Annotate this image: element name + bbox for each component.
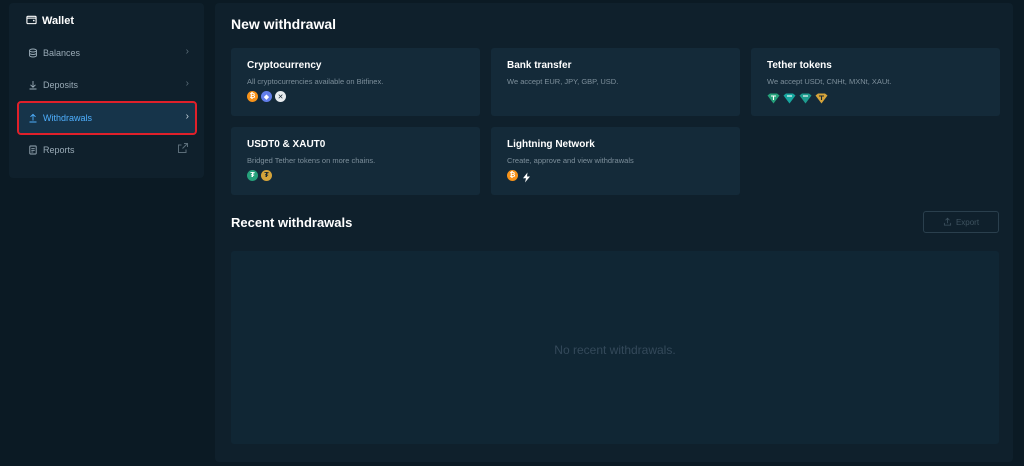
card-description: All cryptocurrencies available on Bitfin… [247,77,384,86]
card-description: We accept EUR, JPY, GBP, USD. [507,77,619,86]
xrp-icon: ✕ [275,91,286,102]
sidebar-item-label: Deposits [43,80,79,90]
external-link-icon [177,142,189,157]
card-bank-transfer[interactable]: Bank transfer We accept EUR, JPY, GBP, U… [491,48,740,116]
chevron-right-icon: › [185,78,189,89]
empty-state-text: No recent withdrawals. [554,343,676,357]
wallet-icon [26,14,37,28]
main-panel: New withdrawal Cryptocurrency All crypto… [215,3,1013,462]
usdt-icon [767,91,780,109]
ethereum-icon: ◆ [261,91,272,102]
chevron-right-icon: › [185,111,189,122]
card-title: USDT0 & XAUT0 [247,139,326,150]
card-lightning-network[interactable]: Lightning Network Create, approve and vi… [491,127,740,195]
export-button[interactable]: Export [923,211,999,233]
upload-icon [27,112,39,124]
card-title: Bank transfer [507,60,572,71]
sidebar-title-text: Wallet [42,15,74,27]
page-title: New withdrawal [231,16,337,32]
sidebar-item-label: Balances [43,48,81,58]
card-description: Bridged Tether tokens on more chains. [247,156,376,165]
sidebar-item-withdrawals[interactable]: Withdrawals › [17,101,197,135]
sidebar-item-balances[interactable]: Balances › [19,38,195,68]
sidebar-item-deposits[interactable]: Deposits › [19,70,195,100]
card-title: Tether tokens [767,60,832,71]
recent-withdrawals-panel: No recent withdrawals. [231,251,999,444]
chevron-right-icon: › [185,46,189,57]
mxnt-icon [799,91,812,109]
usdt0-icon: ₮ [247,170,258,181]
cnht-icon [783,91,796,109]
card-usdt0-xaut0[interactable]: USDT0 & XAUT0 Bridged Tether tokens on m… [231,127,480,195]
xaut-icon [815,91,828,109]
sidebar-item-label: Withdrawals [43,113,93,123]
download-icon [27,79,39,91]
recent-withdrawals-heading: Recent withdrawals [231,215,353,230]
sidebar: Wallet Balances › Deposits › Withdrawals… [9,3,204,178]
stack-icon [27,47,39,59]
sidebar-item-reports[interactable]: Reports [19,135,195,165]
lightning-icon [521,170,532,188]
card-cryptocurrency[interactable]: Cryptocurrency All cryptocurrencies avai… [231,48,480,116]
sidebar-title: Wallet [26,13,74,29]
card-description: We accept USDt, CNHt, MXNt, XAUt. [767,77,892,86]
bitcoin-icon: ₿ [247,91,258,102]
card-title: Lightning Network [507,139,595,150]
card-tether-tokens[interactable]: Tether tokens We accept USDt, CNHt, MXNt… [751,48,1000,116]
card-title: Cryptocurrency [247,60,322,71]
card-description: Create, approve and view withdrawals [507,156,634,165]
export-label: Export [955,217,980,227]
sidebar-item-label: Reports [43,145,75,155]
export-icon [943,217,952,228]
bitcoin-icon: ₿ [507,170,518,181]
report-icon [27,144,39,156]
xaut0-icon: ₮ [261,170,272,181]
